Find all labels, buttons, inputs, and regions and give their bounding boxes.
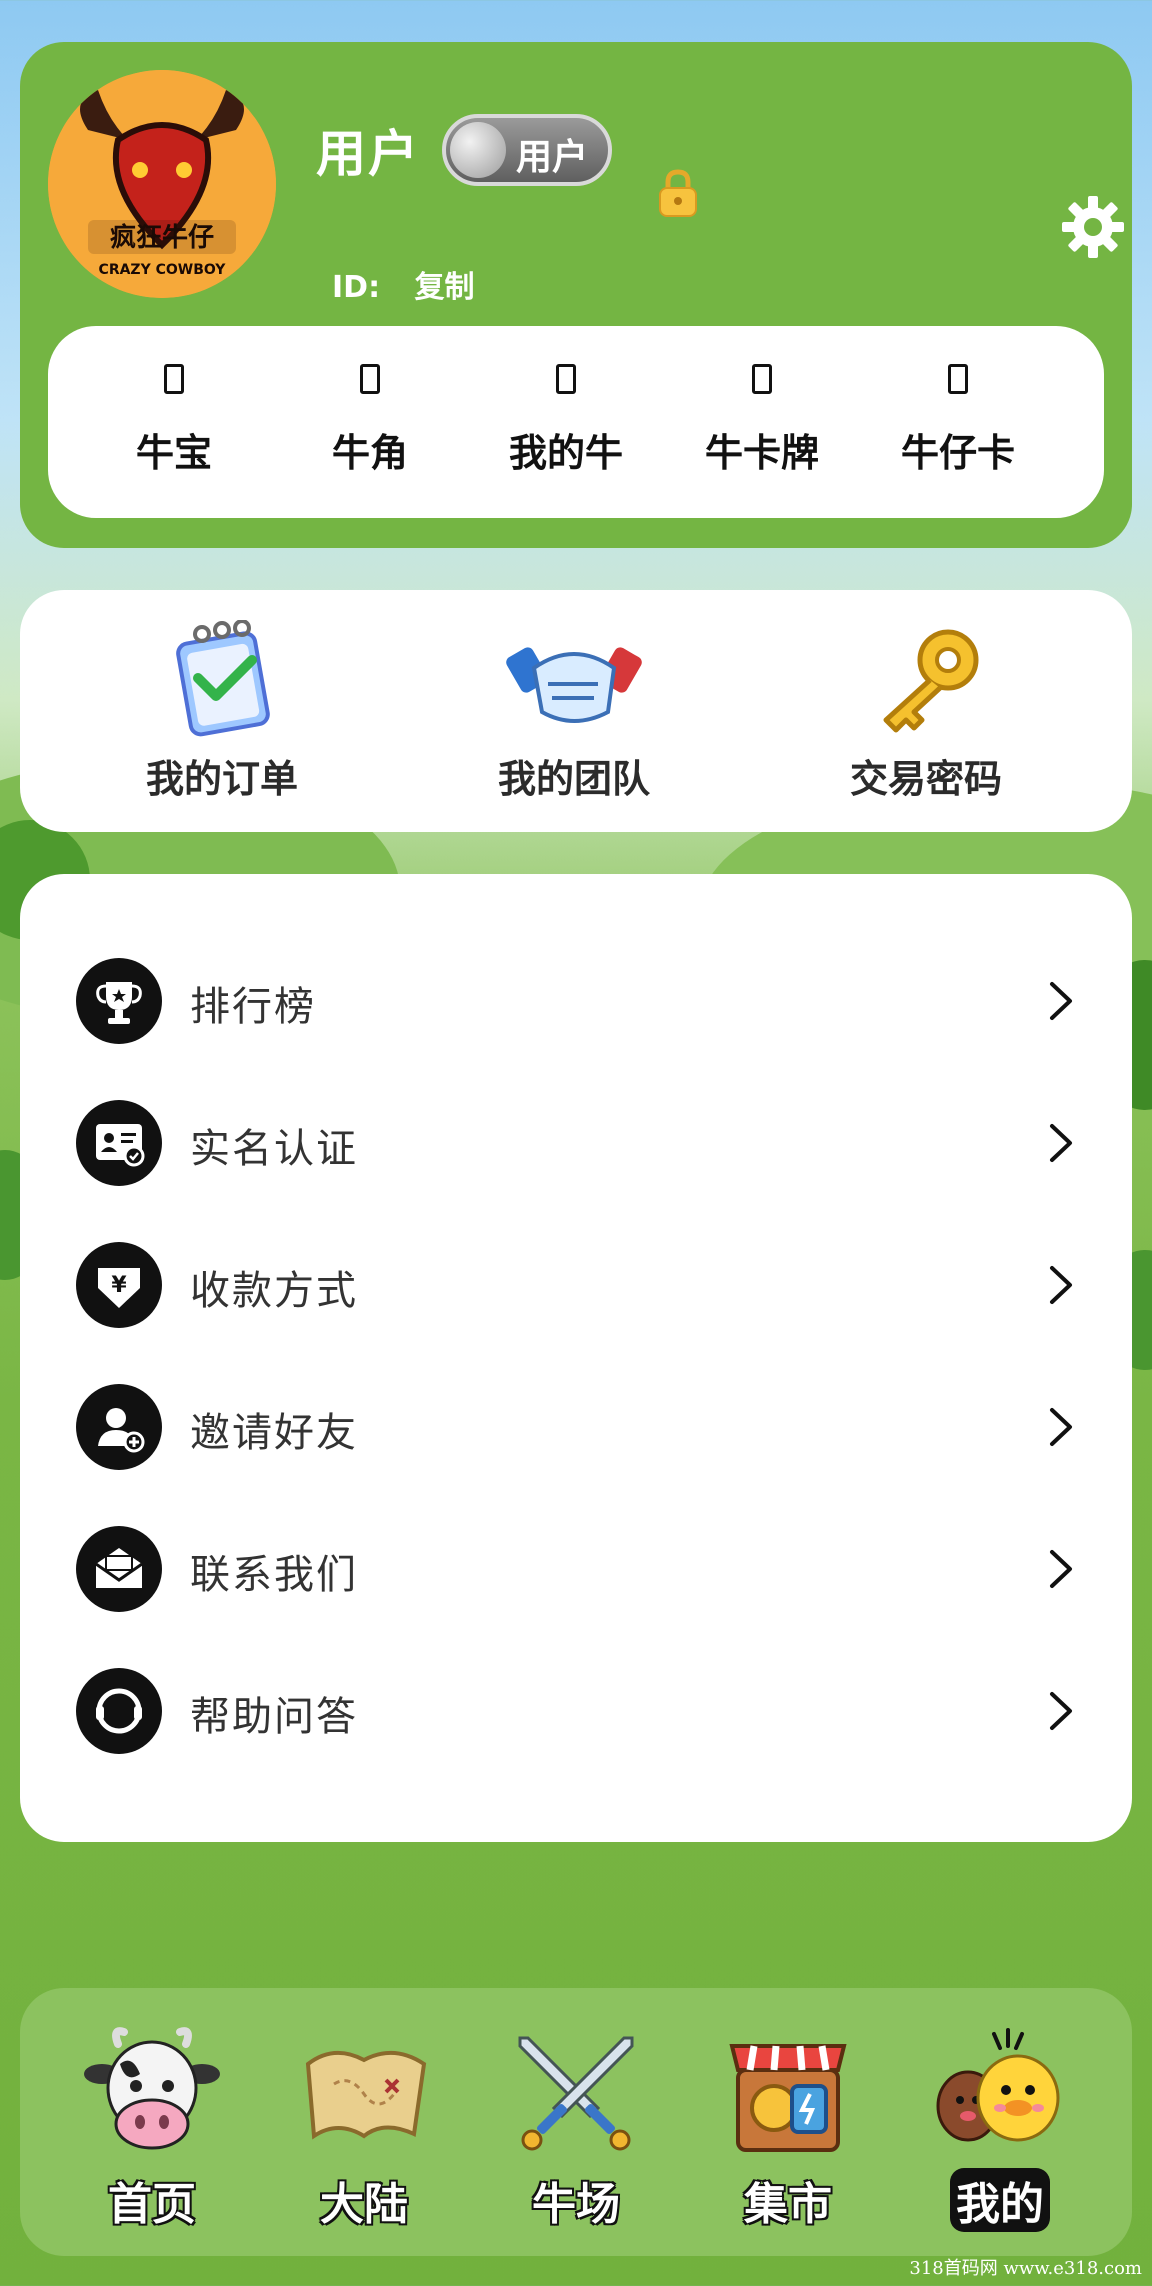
stat-label: 牛仔卡 xyxy=(900,431,1015,475)
stat-cowboy-card[interactable]: 牛仔卡 xyxy=(860,326,1056,518)
stat-value-placeholder xyxy=(752,364,772,394)
chevron-right-icon xyxy=(1050,1692,1072,1730)
menu-label: 帮助问答 xyxy=(190,1694,358,1740)
stat-label: 牛卡牌 xyxy=(704,431,819,475)
menu-item-contact-us[interactable]: 联系我们 xyxy=(20,1498,1132,1640)
menu-item-payment-method[interactable]: ¥ 收款方式 xyxy=(20,1214,1132,1356)
stat-label: 我的牛 xyxy=(508,431,623,475)
action-label: 我的团队 xyxy=(497,757,650,801)
envelope-icon xyxy=(76,1526,162,1612)
stat-value-placeholder xyxy=(948,364,968,394)
duck-friends-icon xyxy=(936,2028,1060,2142)
stat-my-cattle[interactable]: 我的牛 xyxy=(468,326,664,518)
id-label: ID: xyxy=(332,270,381,305)
my-orders-button[interactable]: 我的订单 xyxy=(72,590,372,832)
svg-text:CRAZY COWBOY: CRAZY COWBOY xyxy=(99,262,227,278)
stat-niubao[interactable]: 牛宝 xyxy=(76,326,272,518)
tab-home[interactable]: 首页 xyxy=(52,1988,252,2256)
tab-continent[interactable]: 大陆 xyxy=(264,1988,464,2256)
leaf-icon xyxy=(450,122,506,178)
bottom-tab-bar: 首页 大陆 牛场 集市 我的 xyxy=(20,1988,1132,2256)
svg-text:¥: ¥ xyxy=(111,1273,127,1298)
profile-card: 疯狂牛仔 CRAZY COWBOY 用户 用户 ID: 复制 牛宝 牛角 我的牛… xyxy=(20,42,1132,548)
badge-label: 用户 xyxy=(516,137,589,178)
watermark: 318首码网 www.e318.com xyxy=(909,2258,1142,2279)
tab-label: 大陆 xyxy=(319,2178,409,2231)
market-stall-icon xyxy=(729,2044,847,2152)
copy-id-button[interactable]: 复制 xyxy=(415,270,475,305)
stat-value-placeholder xyxy=(360,364,380,394)
stat-label: 牛角 xyxy=(331,431,408,475)
stat-label: 牛宝 xyxy=(135,431,212,475)
order-icon xyxy=(176,620,270,737)
tab-label: 集市 xyxy=(743,2178,833,2231)
tab-ranch[interactable]: 牛场 xyxy=(476,1988,676,2256)
lock-icon[interactable] xyxy=(656,168,700,218)
headset-icon xyxy=(76,1668,162,1754)
user-name: 用户 xyxy=(316,125,420,183)
tab-market[interactable]: 集市 xyxy=(688,1988,888,2256)
menu-label: 邀请好友 xyxy=(190,1410,358,1456)
chevron-right-icon xyxy=(1050,1266,1072,1304)
tab-label: 牛场 xyxy=(531,2178,621,2231)
menu-label: 联系我们 xyxy=(190,1552,358,1598)
trophy-icon xyxy=(76,958,162,1044)
yuan-download-icon: ¥ xyxy=(76,1242,162,1328)
tab-label: 首页 xyxy=(107,2178,197,2231)
menu-label: 排行榜 xyxy=(190,984,316,1030)
tab-mine[interactable]: 我的 xyxy=(900,1988,1100,2256)
chevron-right-icon xyxy=(1050,1408,1072,1446)
handshake-icon xyxy=(506,647,642,723)
asset-stats: 牛宝 牛角 我的牛 牛卡牌 牛仔卡 xyxy=(48,326,1104,518)
cow-icon xyxy=(84,2027,220,2150)
menu-item-leaderboard[interactable]: 排行榜 xyxy=(20,930,1132,1072)
user-level-badge: 用户 xyxy=(442,114,612,186)
gear-icon[interactable] xyxy=(1060,194,1126,260)
action-label: 我的订单 xyxy=(145,757,298,801)
key-icon xyxy=(883,629,979,733)
menu-item-help-faq[interactable]: 帮助问答 xyxy=(20,1640,1132,1782)
menu-item-invite-friends[interactable]: 邀请好友 xyxy=(20,1356,1132,1498)
tab-label: 我的 xyxy=(950,2168,1050,2232)
user-id-row: ID: 复制 xyxy=(332,262,499,306)
id-card-icon xyxy=(76,1100,162,1186)
chevron-right-icon xyxy=(1050,982,1072,1020)
add-user-icon xyxy=(76,1384,162,1470)
trade-password-button[interactable]: 交易密码 xyxy=(776,590,1076,832)
stat-niujiao[interactable]: 牛角 xyxy=(272,326,468,518)
map-icon xyxy=(305,2050,427,2140)
stat-value-placeholder xyxy=(556,364,576,394)
action-label: 交易密码 xyxy=(849,757,1002,801)
quick-actions: 我的订单 我的团队 交易密码 xyxy=(20,590,1132,832)
chevron-right-icon xyxy=(1050,1124,1072,1162)
crossed-swords-icon xyxy=(518,2036,634,2151)
menu-label: 实名认证 xyxy=(190,1126,358,1172)
settings-menu: 排行榜 实名认证 ¥ 收款方式 邀请好友 联系我们 帮助问答 xyxy=(20,874,1132,1842)
avatar[interactable]: 疯狂牛仔 CRAZY COWBOY xyxy=(48,70,276,298)
stat-value-placeholder xyxy=(164,364,184,394)
menu-label: 收款方式 xyxy=(190,1268,358,1314)
stat-cattle-cards[interactable]: 牛卡牌 xyxy=(664,326,860,518)
my-team-button[interactable]: 我的团队 xyxy=(424,590,724,832)
menu-item-real-name-verification[interactable]: 实名认证 xyxy=(20,1072,1132,1214)
svg-text:疯狂牛仔: 疯狂牛仔 xyxy=(110,222,214,253)
chevron-right-icon xyxy=(1050,1550,1072,1588)
